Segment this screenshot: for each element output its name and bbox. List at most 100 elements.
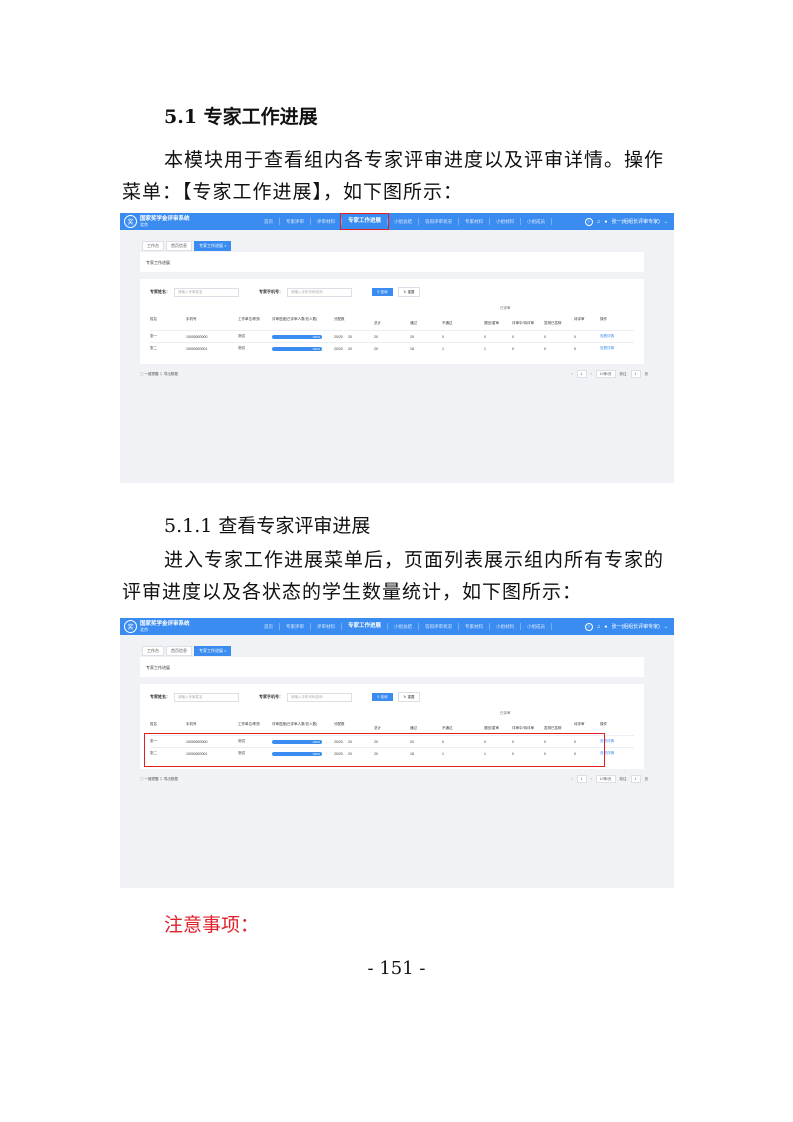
col-reviewing: 评审中/待评审 — [512, 725, 534, 730]
user-icon: ● — [604, 623, 608, 630]
cell-phone: 10000000001 — [186, 346, 208, 351]
col-action: 操作 — [600, 721, 607, 726]
prev-page-icon[interactable]: ‹ — [571, 372, 572, 376]
screenshot-expert-progress-2: 奖 国家奖学金评审系统 北京 首页 专家评审 评审材料 专家工作进展 小组总结 … — [120, 618, 674, 888]
col-defense: 答辩已答辩 — [544, 320, 562, 325]
tab-workbench[interactable]: 工作台 — [142, 646, 164, 656]
col-action: 操作 — [600, 316, 607, 321]
bell-icon[interactable]: ♫ — [597, 624, 601, 630]
system-logo-icon: 奖 — [124, 215, 137, 228]
pagination: ‹ 1 › 10条/页 前往 1 页 — [571, 775, 648, 783]
help-icon[interactable]: ? — [584, 217, 593, 226]
nav-group-summary[interactable]: 小组总结 — [388, 623, 420, 630]
chevron-down-icon[interactable]: ⌄ — [664, 624, 668, 630]
user-name[interactable]: 张一(组组长评审专家) — [611, 623, 659, 630]
nav-group-materials[interactable]: 小组材料 — [490, 623, 522, 630]
nav-group-members[interactable]: 小组成员 — [521, 218, 553, 225]
reset-button-label: 重置 — [407, 289, 415, 294]
col-fail: 不通过 — [442, 320, 453, 325]
expert-name-label: 专家姓名： — [150, 289, 170, 294]
brand-subtitle: 北京 — [140, 626, 148, 632]
reset-button[interactable]: ↻ 重置 — [397, 287, 421, 297]
top-nav: 首页 专家评审 评审材料 专家工作进展 小组总结 答辩评审状况 专家材料 小组材… — [258, 213, 553, 230]
search-bar: 专家姓名： 请输入专家姓名 专家手机号： 请输入手机号码查询 ⚲ 查询 ↻ 重置 — [150, 692, 634, 702]
goto-label: 前往 — [619, 776, 627, 781]
next-page-icon[interactable]: › — [591, 777, 592, 781]
notice-heading: 注意事项： — [164, 914, 260, 936]
search-bar: 专家姓名： 请输入专家姓名 专家手机号： 请输入手机号码查询 ⚲ 查询 ↻ 重置 — [150, 287, 634, 297]
cell-ratio: 20/20 — [334, 346, 343, 351]
nav-expert-progress[interactable]: 专家工作进展 — [342, 623, 389, 630]
top-nav: 首页 专家评审 评审材料 专家工作进展 小组总结 答辩评审状况 专家材料 小组材… — [258, 618, 553, 635]
page-current[interactable]: 1 — [576, 775, 587, 783]
top-bar: 奖 国家奖学金评审系统 北京 首页 专家评审 评审材料 专家工作进展 小组总结 … — [120, 618, 674, 635]
chevron-down-icon[interactable]: ⌄ — [664, 219, 668, 225]
view-detail-link[interactable]: 查看详情 — [600, 334, 614, 339]
cell-fail: 1 — [442, 346, 444, 351]
expert-phone-input[interactable]: 请输入手机号码查询 — [287, 287, 352, 297]
brand: 国家奖学金评审系统 北京 — [140, 216, 258, 228]
cell-total: 20 — [374, 346, 378, 351]
remind-export-actions[interactable]: ◯ 一键提醒 ⇩ 导出数据 — [140, 372, 178, 377]
nav-expert-progress[interactable]: 专家工作进展 — [339, 213, 390, 230]
nav-expert-review[interactable]: 专家评审 — [280, 218, 311, 225]
title-card: 专家工作进展 — [140, 657, 644, 677]
group-header-reviewed: 已评审 — [500, 306, 511, 310]
col-name: 姓名 — [150, 721, 157, 726]
help-icon[interactable]: ? — [584, 622, 593, 631]
progress-bar: 100% — [272, 334, 322, 339]
nav-home[interactable]: 首页 — [258, 218, 280, 225]
col-name: 姓名 — [150, 316, 157, 321]
reset-button[interactable]: ↻ 重置 — [397, 692, 421, 702]
top-right-tools: ? ♫ ● 张一(组组长评审专家) ⌄ — [584, 622, 668, 631]
cell-back: 0 — [484, 334, 486, 339]
page-size-select[interactable]: 10条/页 — [595, 370, 616, 378]
goto-input[interactable]: 1 — [630, 370, 641, 378]
tab-expert-progress[interactable]: 专家工作进展 × — [194, 646, 232, 656]
pagination: ‹ 1 › 10条/页 前往 1 页 — [571, 370, 648, 378]
nav-expert-materials[interactable]: 专家材料 — [459, 218, 491, 225]
tab-bar: 工作台 首页信息 专家工作进展 × — [142, 646, 232, 656]
progress-bar: 100% — [272, 346, 322, 351]
nav-defense-status[interactable]: 答辩评审状况 — [419, 218, 460, 225]
view-detail-link[interactable]: 查看详情 — [600, 346, 614, 351]
cell-defense: 0 — [544, 334, 546, 339]
expert-name-input[interactable]: 请输入专家姓名 — [174, 287, 239, 297]
table-header: 姓名 手机号 工作单位/职务 评审进度(已评审人数/总人数) 分配数 总计 通过… — [150, 717, 634, 731]
nav-group-materials[interactable]: 小组材料 — [490, 218, 522, 225]
title-card: 专家工作进展 — [140, 252, 644, 272]
nav-expert-materials[interactable]: 专家材料 — [459, 623, 491, 630]
remind-export-actions[interactable]: ◯ 一键提醒 ⇩ 导出数据 — [140, 777, 178, 782]
col-back: 退回/重审 — [484, 320, 499, 325]
nav-home[interactable]: 首页 — [258, 623, 280, 630]
nav-review-materials[interactable]: 评审材料 — [311, 623, 342, 630]
prev-page-icon[interactable]: ‹ — [571, 777, 572, 781]
nav-review-materials[interactable]: 评审材料 — [311, 218, 342, 225]
query-button[interactable]: ⚲ 查询 — [372, 288, 393, 296]
nav-expert-review[interactable]: 专家评审 — [280, 623, 311, 630]
page-size-select[interactable]: 10条/页 — [595, 775, 616, 783]
cell-name: 张一 — [150, 334, 157, 338]
tab-expert-progress[interactable]: 专家工作进展 × — [194, 241, 232, 251]
goto-input[interactable]: 1 — [630, 775, 641, 783]
expert-phone-input[interactable]: 请输入手机号码查询 — [287, 692, 352, 702]
next-page-icon[interactable]: › — [591, 372, 592, 376]
tab-workbench[interactable]: 工作台 — [142, 241, 164, 251]
col-pass: 通过 — [410, 725, 417, 730]
card-title: 专家工作进展 — [146, 665, 170, 670]
tab-home-info[interactable]: 首页信息 — [166, 241, 192, 251]
nav-group-summary[interactable]: 小组总结 — [388, 218, 420, 225]
query-button[interactable]: ⚲ 查询 — [372, 693, 393, 701]
cell-progress: 100% — [272, 346, 334, 351]
cell-ratio: 20/20 — [334, 334, 343, 339]
user-name[interactable]: 张一(组组长评审专家) — [611, 218, 659, 225]
col-phone: 手机号 — [186, 721, 197, 726]
expert-name-input[interactable]: 请输入专家姓名 — [174, 692, 239, 702]
nav-group-members[interactable]: 小组成员 — [521, 623, 553, 630]
nav-defense-status[interactable]: 答辩评审状况 — [419, 623, 460, 630]
page-current[interactable]: 1 — [576, 370, 587, 378]
bell-icon[interactable]: ♫ — [597, 219, 601, 225]
tab-home-info[interactable]: 首页信息 — [166, 646, 192, 656]
col-org: 工作单位/职务 — [238, 316, 260, 321]
table-header: 姓名 手机号 工作单位/职务 评审进度(已评审人数/总人数) 分配数 总计 通过… — [150, 312, 634, 326]
